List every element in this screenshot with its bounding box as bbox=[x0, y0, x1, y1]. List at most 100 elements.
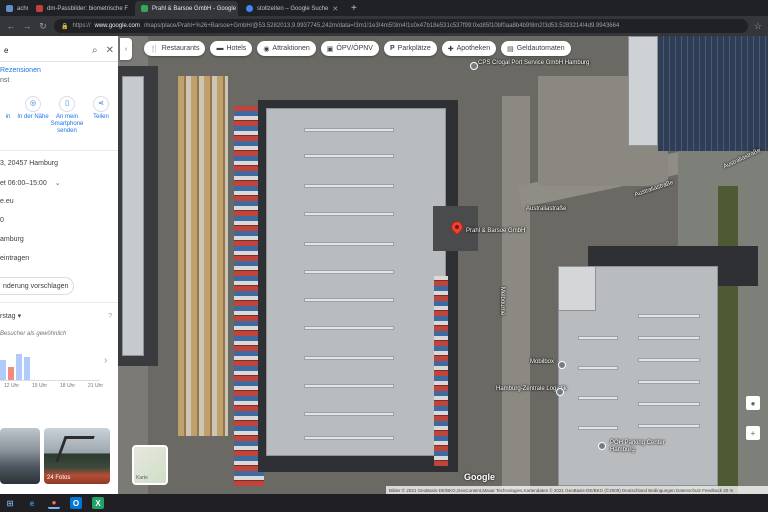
address-text: 3, 20457 Hamburg bbox=[0, 160, 58, 167]
skylight bbox=[578, 336, 618, 340]
attribution-text: Bilder © 2021 GeoBasis-DE/BKG,GeoContent… bbox=[389, 487, 734, 493]
skylight bbox=[304, 184, 394, 188]
chip-restaurants[interactable]: 🍴 Restaurants bbox=[144, 41, 206, 56]
action-label: in bbox=[5, 114, 11, 120]
phone-icon: ▯ bbox=[59, 96, 75, 112]
action-label: Teilen bbox=[93, 114, 109, 120]
popular-times-bar[interactable] bbox=[0, 360, 6, 380]
start-button[interactable]: ⊞ bbox=[4, 497, 16, 509]
satellite-map[interactable]: CPS Crogal Port Service GmbH Hamburg Pra… bbox=[118, 36, 768, 494]
poi-label-parking[interactable]: POH Parking Center Hamburg bbox=[610, 440, 670, 454]
skylight bbox=[638, 424, 700, 428]
route-button[interactable]: ➤ in bbox=[0, 96, 16, 146]
layer-switcher[interactable]: Karte bbox=[132, 445, 168, 485]
suggest-edit-button[interactable]: nderung vorschlagen bbox=[0, 277, 74, 295]
popular-times-bar[interactable] bbox=[8, 367, 14, 380]
bookmark-star-icon[interactable]: ☆ bbox=[754, 21, 762, 32]
poi-marker-icon[interactable] bbox=[470, 62, 478, 70]
skylight bbox=[638, 336, 700, 340]
new-tab-button[interactable]: + bbox=[345, 1, 363, 16]
taskbar: ⊞ e ● O X bbox=[0, 494, 768, 512]
photo-thumbnail[interactable]: 24 Fotos bbox=[44, 428, 110, 484]
place-label[interactable]: Prahl & Barsoe GmbH bbox=[466, 228, 525, 234]
browser-tab-2[interactable]: Prahl & Barsoe GmbH - Google ✕ bbox=[135, 1, 238, 16]
nearby-button[interactable]: ◎ In der Nähe bbox=[16, 96, 50, 146]
reload-icon[interactable]: ↻ bbox=[38, 21, 48, 32]
dropdown-arrow-icon[interactable]: ▾ bbox=[18, 312, 22, 320]
skylight bbox=[638, 380, 700, 384]
action-row: ➤ in ◎ In der Nähe ▯ An mein Smartphone … bbox=[0, 96, 118, 146]
photo-count: 24 Fotos bbox=[47, 475, 71, 481]
skylight bbox=[578, 426, 618, 430]
add-label-row[interactable]: eintragen bbox=[0, 255, 29, 262]
website-row[interactable]: e.eu bbox=[0, 198, 14, 205]
back-icon[interactable]: ← bbox=[6, 21, 16, 31]
skylight bbox=[304, 270, 394, 274]
tab-close-icon[interactable]: ✕ bbox=[332, 5, 338, 13]
skylight bbox=[638, 402, 700, 406]
map-road bbox=[502, 96, 530, 494]
chip-attractions[interactable]: ◉ Attraktionen bbox=[257, 41, 316, 56]
url-host: www.google.com bbox=[94, 23, 140, 29]
skylight bbox=[304, 412, 394, 416]
poi-label-mobilbox[interactable]: Mobilbox bbox=[530, 359, 554, 365]
skylight bbox=[304, 128, 394, 132]
address-bar[interactable]: 🔒 https://www.google.com/maps/place/Prah… bbox=[54, 19, 748, 33]
search-icon[interactable]: ⌕ bbox=[92, 45, 98, 56]
zoom-in-button[interactable]: + bbox=[746, 426, 760, 440]
popular-times-bar[interactable] bbox=[16, 354, 22, 380]
chip-label: Attraktionen bbox=[272, 45, 310, 52]
maps-favicon-icon bbox=[141, 5, 148, 12]
main-warehouse-roof bbox=[266, 108, 446, 456]
chevron-down-icon: ⌄ bbox=[54, 180, 61, 187]
send-to-phone-button[interactable]: ▯ An mein Smartphone senden bbox=[50, 96, 84, 146]
chip-parking[interactable]: P Parkplätze bbox=[383, 41, 437, 56]
plus-code-row[interactable]: amburg bbox=[0, 236, 24, 243]
search-input[interactable]: e bbox=[4, 46, 84, 55]
firefox-icon[interactable]: ● bbox=[48, 497, 60, 509]
map-controls: ● + bbox=[746, 396, 760, 440]
storage-yard bbox=[178, 76, 228, 436]
poi-label-cps[interactable]: CPS Crogal Port Service GmbH Hamburg bbox=[478, 60, 589, 66]
search-box[interactable]: e ⌕ ✕ bbox=[0, 40, 118, 62]
outlook-icon[interactable]: O bbox=[70, 497, 82, 509]
map-attribution: Bilder © 2021 GeoBasis-DE/BKG,GeoContent… bbox=[386, 486, 768, 494]
browser-tab-1[interactable]: dm-Passbilder: biometrische F ✕ bbox=[30, 1, 133, 16]
help-icon[interactable]: ? bbox=[108, 313, 112, 320]
pegman-icon[interactable]: ● bbox=[746, 396, 760, 410]
browser-tab-3[interactable]: stollzeiten – Google Suche ✕ bbox=[240, 1, 343, 16]
tab-close-icon[interactable]: ✕ bbox=[132, 5, 133, 13]
category-chips: 🍴 Restaurants ▬ Hotels ◉ Attraktionen ▣ ÖPV/… bbox=[144, 41, 571, 56]
photo-thumbnail[interactable] bbox=[0, 428, 40, 484]
hours-row[interactable]: et 06:00–15:00 ⌄ bbox=[0, 179, 61, 188]
collapse-panel-button[interactable]: ‹ bbox=[120, 38, 132, 60]
poi-marker-icon[interactable] bbox=[556, 388, 564, 396]
chip-atm[interactable]: ▤ Geldautomaten bbox=[501, 41, 571, 56]
day-selector[interactable]: rstag bbox=[0, 313, 16, 320]
popular-times-bar[interactable] bbox=[24, 357, 30, 380]
address-row[interactable]: 3, 20457 Hamburg bbox=[0, 160, 58, 167]
chip-label: Restaurants bbox=[161, 45, 200, 52]
pharmacy-icon: ✚ bbox=[447, 45, 454, 53]
hour-axis: 12 Uhr 15 Uhr 18 Uhr 21 Uhr bbox=[0, 383, 110, 391]
forward-icon[interactable]: → bbox=[22, 21, 32, 31]
chip-hotels[interactable]: ▬ Hotels bbox=[210, 41, 253, 56]
poi-marker-icon[interactable] bbox=[598, 442, 606, 450]
excel-icon[interactable]: X bbox=[92, 497, 104, 509]
edge-icon[interactable]: e bbox=[26, 497, 38, 509]
tab-title: Prahl & Barsoe GmbH - Google bbox=[152, 5, 237, 12]
hour-tick-label: 15 Uhr bbox=[32, 383, 48, 389]
close-icon[interactable]: ✕ bbox=[106, 45, 114, 56]
chip-label: Apotheken bbox=[456, 45, 491, 52]
chevron-right-icon[interactable]: › bbox=[104, 355, 107, 366]
chip-transit[interactable]: ▣ ÖPV/ÖPNV bbox=[320, 41, 379, 56]
skylight bbox=[304, 326, 394, 330]
poi-marker-icon[interactable] bbox=[558, 361, 566, 369]
skylight bbox=[304, 356, 394, 360]
share-button[interactable]: ⋖ Teilen bbox=[84, 96, 118, 146]
reviews-link[interactable]: Rezensionen bbox=[0, 67, 41, 74]
tab-title: achricht bbox=[17, 5, 28, 12]
phone-row[interactable]: 0 bbox=[0, 217, 4, 224]
browser-tab-0[interactable]: achricht bbox=[0, 1, 28, 16]
chip-pharmacies[interactable]: ✚ Apotheken bbox=[441, 41, 497, 56]
